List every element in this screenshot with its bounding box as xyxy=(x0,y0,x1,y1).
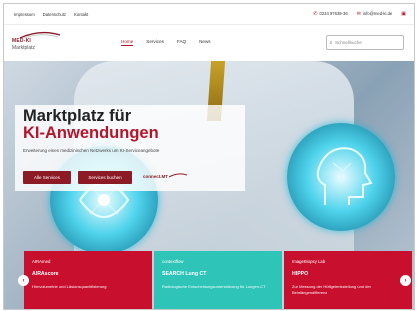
nav-news[interactable]: News xyxy=(199,39,211,46)
connect-swoosh-icon xyxy=(169,173,188,178)
head-profile-icon xyxy=(316,147,373,205)
card-description: Radiologische Entscheidungsunterstützung… xyxy=(162,284,266,289)
hero-title-line1: Marktplatz für xyxy=(23,107,132,125)
phone-icon: ✆ xyxy=(313,11,318,17)
browser-page: Impressum Datenschutz Kontakt ✆ 0234 9763… xyxy=(3,3,415,310)
link-kontakt[interactable]: Kontakt xyxy=(74,12,88,17)
hero-banner: Marktplatz für KI-Anwendungen Erweiterun… xyxy=(4,61,414,309)
all-services-button[interactable]: Alle Services xyxy=(23,171,71,184)
hero-subtitle: Erweiterung eines medizinischen Netzwerk… xyxy=(23,148,160,153)
mail-icon: ✉ xyxy=(356,11,361,17)
card-title: AIRAscore xyxy=(32,271,59,277)
card-company: ImageBiopsy Lab xyxy=(292,259,326,264)
top-bar: Impressum Datenschutz Kontakt ✆ 0234 9763… xyxy=(4,4,414,24)
nav-services[interactable]: Services xyxy=(146,39,164,46)
phone-link[interactable]: ✆ 0234 97639-36 xyxy=(313,11,347,17)
menu: Home Services FAQ News xyxy=(121,39,211,46)
hero-title: Marktplatz für KI-Anwendungen xyxy=(23,108,159,142)
site-logo[interactable]: MED-KI Marktplatz xyxy=(12,31,72,55)
connect-mt-link[interactable]: connect.MT xyxy=(143,173,188,179)
chevron-left-icon[interactable]: ‹ xyxy=(18,275,29,286)
card-title: HIPPO xyxy=(292,271,309,277)
link-datenschutz[interactable]: Datenschutz xyxy=(43,12,66,17)
hero-title-line2: KI-Anwendungen xyxy=(23,124,159,142)
hero-panel: Marktplatz für KI-Anwendungen Erweiterun… xyxy=(15,105,245,191)
nav-home[interactable]: Home xyxy=(121,39,134,46)
email-link[interactable]: ✉ info@med-ki.de xyxy=(357,11,393,17)
link-impressum[interactable]: Impressum xyxy=(14,12,35,17)
right-hand-head-icon xyxy=(287,123,395,231)
social-icon[interactable]: ▣ xyxy=(401,11,406,17)
phone-number: 0234 97639-36 xyxy=(319,11,348,16)
email-address: info@med-ki.de xyxy=(362,11,393,16)
chevron-right-icon[interactable]: › xyxy=(400,275,411,286)
connect-mt-label: connect.MT xyxy=(143,174,169,179)
card-description: Hirnvolumetrie und Läsionsquantifizierun… xyxy=(32,284,107,289)
search-icon[interactable]: ⌕ xyxy=(327,40,335,46)
service-card-hippo[interactable]: ImageBiopsy Lab HIPPO Zur Messung der Hü… xyxy=(284,251,412,309)
book-services-button[interactable]: Services buchen xyxy=(78,171,132,184)
logo-subtitle: Marktplatz xyxy=(12,45,36,51)
service-card-airascore[interactable]: AIRAmed AIRAscore Hirnvolumetrie und Läs… xyxy=(24,251,152,309)
search-input[interactable]: Schnellsuche xyxy=(335,40,362,45)
card-description: Zur Messung der Hüftgelenkstellung und d… xyxy=(292,284,371,295)
contact-info: ✆ 0234 97639-36 ✉ info@med-ki.de ▣ xyxy=(313,11,408,17)
service-carousel: AIRAmed AIRAscore Hirnvolumetrie und Läs… xyxy=(4,251,414,309)
main-navigation: MED-KI Marktplatz Home Services FAQ News… xyxy=(4,24,414,61)
search-box[interactable]: ⌕ Schnellsuche xyxy=(326,35,404,50)
top-links: Impressum Datenschutz Kontakt xyxy=(14,12,88,17)
card-title: SEARCH Lung CT xyxy=(162,271,207,277)
service-card-search-lung-ct[interactable]: contextflow SEARCH Lung CT Radiologische… xyxy=(154,251,282,309)
card-company: AIRAmed xyxy=(32,259,51,264)
nav-faq[interactable]: FAQ xyxy=(177,39,186,46)
logo-brand: MED-KI xyxy=(12,38,31,44)
card-company: contextflow xyxy=(162,259,184,264)
